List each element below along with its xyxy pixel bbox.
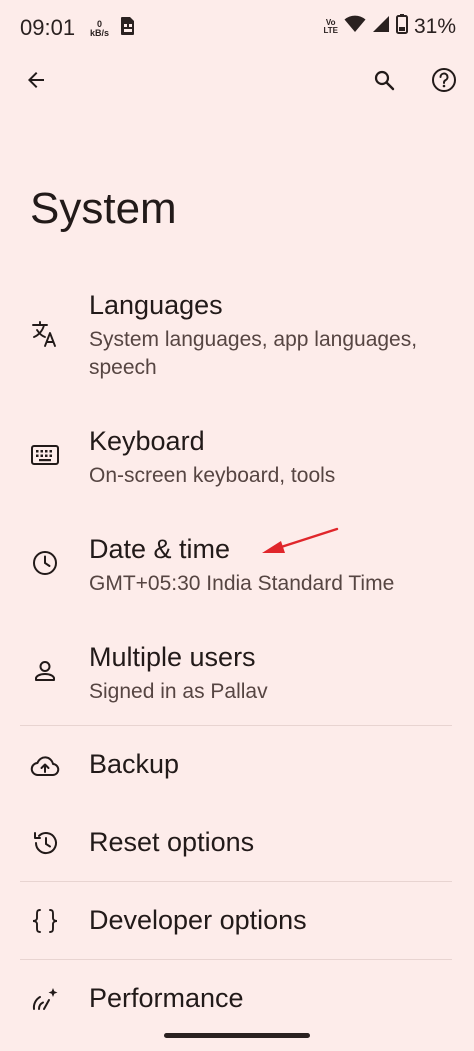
back-arrow-icon (24, 68, 48, 97)
translate-icon (28, 317, 62, 351)
battery-percentage: 31% (413, 14, 456, 38)
sim-card-icon (119, 16, 137, 41)
signal-icon (372, 15, 390, 38)
section-divider (20, 959, 452, 960)
top-app-bar (0, 58, 474, 106)
gesture-nav-handle[interactable] (164, 1033, 310, 1038)
status-right-icons: Vo LTE 31% (323, 14, 456, 39)
performance-icon (28, 982, 62, 1016)
settings-item-keyboard[interactable]: Keyboard On-screen keyboard, tools (0, 422, 474, 502)
settings-item-date-time[interactable]: Date & time GMT+05:30 India Standard Tim… (0, 530, 474, 610)
settings-item-multiple-users[interactable]: Multiple users Signed in as Pallav (0, 638, 474, 718)
settings-item-subtitle: Signed in as Pallav (89, 680, 268, 703)
settings-item-backup[interactable]: Backup (0, 740, 474, 794)
help-button[interactable] (422, 60, 466, 104)
status-bar: 09:01 0 kB/s Vo LTE 31% (0, 0, 474, 60)
volte-bottom-label: LTE (323, 25, 338, 35)
person-icon (28, 654, 62, 688)
settings-item-subtitle: GMT+05:30 India Standard Time (89, 572, 395, 595)
data-rate-unit: kB/s (90, 27, 110, 38)
status-left-icons: 0 kB/s (90, 16, 137, 41)
cloud-upload-icon (28, 750, 62, 784)
help-icon (431, 67, 457, 98)
status-time: 09:01 (20, 15, 76, 40)
history-icon (28, 826, 62, 860)
settings-item-title: Languages (89, 290, 223, 320)
wifi-icon (344, 15, 366, 38)
search-button[interactable] (362, 60, 406, 104)
settings-item-developer-options[interactable]: Developer options (0, 896, 474, 950)
page-title: System (30, 184, 177, 233)
settings-item-subtitle: On-screen keyboard, tools (89, 464, 336, 487)
volte-indicator: Vo LTE (323, 18, 338, 35)
section-divider (20, 881, 452, 882)
settings-item-title: Backup (89, 749, 180, 779)
annotation-arrow (262, 527, 339, 553)
braces-icon (28, 904, 62, 938)
settings-item-title: Developer options (89, 905, 307, 935)
settings-item-title: Multiple users (89, 642, 256, 672)
data-rate-indicator: 0 kB/s (90, 19, 110, 38)
settings-item-performance[interactable]: Performance (0, 974, 474, 1028)
section-divider (20, 725, 452, 726)
clock-icon (28, 546, 62, 580)
settings-item-title: Keyboard (89, 426, 205, 456)
back-button[interactable] (14, 60, 58, 104)
settings-item-title: Date & time (89, 534, 231, 564)
settings-item-reset-options[interactable]: Reset options (0, 818, 474, 872)
keyboard-icon (28, 438, 62, 472)
settings-item-subtitle: System languages, app languages, speech (89, 328, 418, 379)
settings-item-title: Performance (89, 983, 244, 1013)
settings-item-title: Reset options (89, 827, 255, 857)
search-icon (372, 68, 396, 97)
battery-icon (395, 14, 408, 39)
settings-item-languages[interactable]: Languages System languages, app language… (0, 284, 474, 394)
